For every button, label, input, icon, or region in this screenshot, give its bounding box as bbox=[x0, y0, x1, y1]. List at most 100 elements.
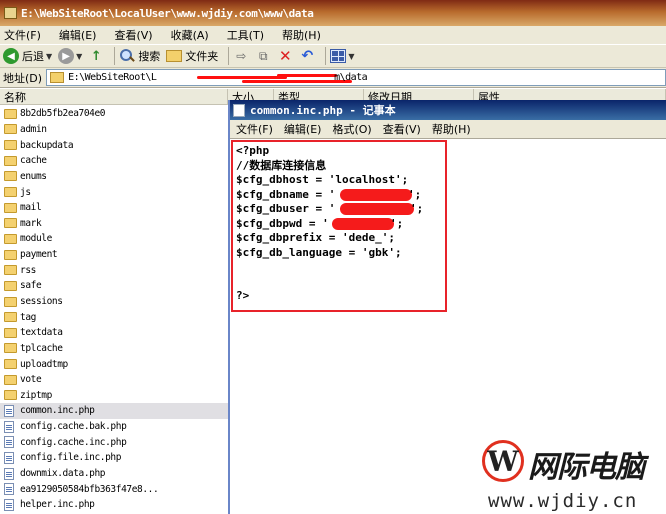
np-menu-format[interactable]: 格式(O) bbox=[332, 121, 371, 137]
folder-icon bbox=[4, 124, 17, 135]
views-button[interactable]: ▼ bbox=[330, 49, 354, 63]
chevron-down-icon[interactable]: ▼ bbox=[348, 52, 354, 61]
undo-icon[interactable]: ↶ bbox=[299, 48, 315, 64]
folder-row[interactable]: module bbox=[0, 231, 228, 247]
menu-edit[interactable]: 编辑(E) bbox=[59, 27, 97, 43]
folder-icon bbox=[50, 72, 65, 83]
folder-row[interactable]: tplcache bbox=[0, 341, 228, 357]
file-name: mark bbox=[20, 217, 42, 229]
folder-row[interactable]: vote bbox=[0, 372, 228, 388]
folder-row[interactable]: safe bbox=[0, 278, 228, 294]
folder-row[interactable]: enums bbox=[0, 169, 228, 185]
folder-row[interactable]: cache bbox=[0, 153, 228, 169]
folder-row[interactable]: payment bbox=[0, 247, 228, 263]
np-menu-help[interactable]: 帮助(H) bbox=[432, 121, 471, 137]
file-name: helper.inc.php bbox=[20, 499, 95, 511]
np-menu-view[interactable]: 查看(V) bbox=[383, 121, 421, 137]
menu-file[interactable]: 文件(F) bbox=[4, 27, 41, 43]
search-label: 搜索 bbox=[138, 50, 161, 63]
folders-button[interactable]: 文件夹 bbox=[166, 48, 218, 64]
address-input[interactable]: E:\WebSiteRoot\L m\data bbox=[46, 69, 666, 86]
copy-to-icon[interactable]: ⧉ bbox=[255, 48, 271, 64]
notepad-title-bar[interactable]: common.inc.php - 记事本 bbox=[230, 100, 666, 120]
folder-row[interactable]: sessions bbox=[0, 294, 228, 310]
np-menu-edit[interactable]: 编辑(E) bbox=[284, 121, 322, 137]
code-text-tail: '; bbox=[390, 216, 404, 230]
file-name: textdata bbox=[20, 327, 63, 339]
file-name: downmix.data.php bbox=[20, 468, 106, 480]
code-line: $cfg_dbname = ' '; bbox=[236, 188, 445, 203]
file-row[interactable]: config.cache.inc.php bbox=[0, 434, 228, 450]
file-row[interactable]: config.cache.bak.php bbox=[0, 419, 228, 435]
folder-row[interactable]: admin bbox=[0, 122, 228, 138]
file-name: module bbox=[20, 233, 52, 245]
menu-view[interactable]: 查看(V) bbox=[114, 27, 152, 43]
up-folder-button[interactable]: ↑ bbox=[88, 48, 104, 64]
menu-help[interactable]: 帮助(H) bbox=[282, 27, 321, 43]
delete-icon[interactable]: ✕ bbox=[277, 47, 293, 65]
explorer-title-bar[interactable]: E:\WebSiteRoot\LocalUser\www.wjdiy.com\w… bbox=[0, 0, 666, 26]
address-bar: 地址(D) E:\WebSiteRoot\L m\data bbox=[0, 68, 666, 88]
column-header-name[interactable]: 名称 bbox=[0, 89, 228, 105]
folder-row[interactable]: rss bbox=[0, 262, 228, 278]
explorer-toolbar: ◀ 后退 ▼ ▶ ▼ ↑ 搜索 文件夹 ⇨ ⧉ ✕ ↶ ▼ bbox=[0, 44, 666, 68]
code-line: ?> bbox=[236, 289, 445, 304]
folder-row[interactable]: backupdata bbox=[0, 137, 228, 153]
address-value-tail: m\data bbox=[334, 72, 368, 83]
file-name: tag bbox=[20, 311, 36, 323]
code-text: $cfg_dbuser = ' bbox=[236, 202, 336, 215]
file-name: cache bbox=[20, 155, 47, 167]
notepad-menu-bar: 文件(F) 编辑(E) 格式(O) 查看(V) 帮助(H) bbox=[230, 120, 666, 139]
folder-row[interactable]: tag bbox=[0, 309, 228, 325]
folder-row[interactable]: 8b2db5fb2ea704e0 bbox=[0, 106, 228, 122]
file-name: enums bbox=[20, 170, 47, 182]
menu-favorites[interactable]: 收藏(A) bbox=[171, 27, 209, 43]
code-line: $cfg_db_language = 'gbk'; bbox=[236, 246, 445, 261]
php-file-icon bbox=[4, 436, 14, 449]
forward-button[interactable]: ▶ ▼ bbox=[58, 48, 82, 64]
file-name: vote bbox=[20, 374, 42, 386]
watermark: W 网际电脑 www.wjdiy.cn bbox=[482, 436, 666, 514]
php-file-icon bbox=[4, 420, 14, 433]
folder-icon bbox=[4, 218, 17, 229]
file-row[interactable]: ea9129050584bfb363f47e8... bbox=[0, 481, 228, 497]
folder-icon bbox=[4, 312, 17, 323]
code-text: $cfg_db_language = 'gbk'; bbox=[236, 245, 402, 259]
file-name: sessions bbox=[20, 296, 63, 307]
folder-icon bbox=[4, 296, 17, 307]
file-row[interactable]: helper.inc.php bbox=[0, 497, 228, 513]
folder-row[interactable]: ziptmp bbox=[0, 388, 228, 404]
code-text: //数据库连接信息 bbox=[236, 158, 327, 172]
move-to-icon[interactable]: ⇨ bbox=[233, 48, 249, 64]
notepad-title: common.inc.php - 记事本 bbox=[250, 104, 396, 117]
file-row[interactable]: config.file.inc.php bbox=[0, 450, 228, 466]
chevron-down-icon[interactable]: ▼ bbox=[76, 52, 82, 61]
code-line: $cfg_dbhost = 'localhost'; bbox=[236, 173, 445, 188]
menu-tools[interactable]: 工具(T) bbox=[227, 27, 264, 43]
file-row[interactable]: downmix.data.php bbox=[0, 466, 228, 482]
code-text: $cfg_dbhost = 'localhost'; bbox=[236, 173, 409, 186]
folder-icon bbox=[4, 202, 17, 213]
back-button[interactable]: ◀ 后退 ▼ bbox=[3, 48, 52, 64]
search-button[interactable]: 搜索 bbox=[119, 48, 160, 64]
folder-icon bbox=[4, 233, 17, 244]
address-value: E:\WebSiteRoot\L bbox=[68, 72, 157, 83]
chevron-down-icon[interactable]: ▼ bbox=[46, 52, 52, 61]
folder-row[interactable]: mail bbox=[0, 200, 228, 216]
folder-icon bbox=[4, 265, 17, 276]
np-menu-file[interactable]: 文件(F) bbox=[236, 121, 273, 137]
folder-row[interactable]: mark bbox=[0, 215, 228, 231]
folder-row[interactable]: js bbox=[0, 184, 228, 200]
redaction-mark bbox=[340, 188, 412, 201]
file-name: safe bbox=[20, 280, 42, 292]
php-file-icon bbox=[4, 498, 14, 511]
file-name: admin bbox=[20, 123, 47, 135]
watermark-url: www.wjdiy.cn bbox=[488, 490, 638, 512]
folder-row[interactable]: textdata bbox=[0, 325, 228, 341]
folder-icon bbox=[4, 359, 17, 370]
folder-icon bbox=[4, 390, 17, 401]
highlighted-code-box[interactable]: <?php//数据库连接信息 $cfg_dbhost = 'localhost';… bbox=[231, 140, 447, 312]
file-row[interactable]: common.inc.php bbox=[0, 403, 228, 419]
folder-row[interactable]: uploadtmp bbox=[0, 356, 228, 372]
folder-icon bbox=[4, 155, 17, 166]
